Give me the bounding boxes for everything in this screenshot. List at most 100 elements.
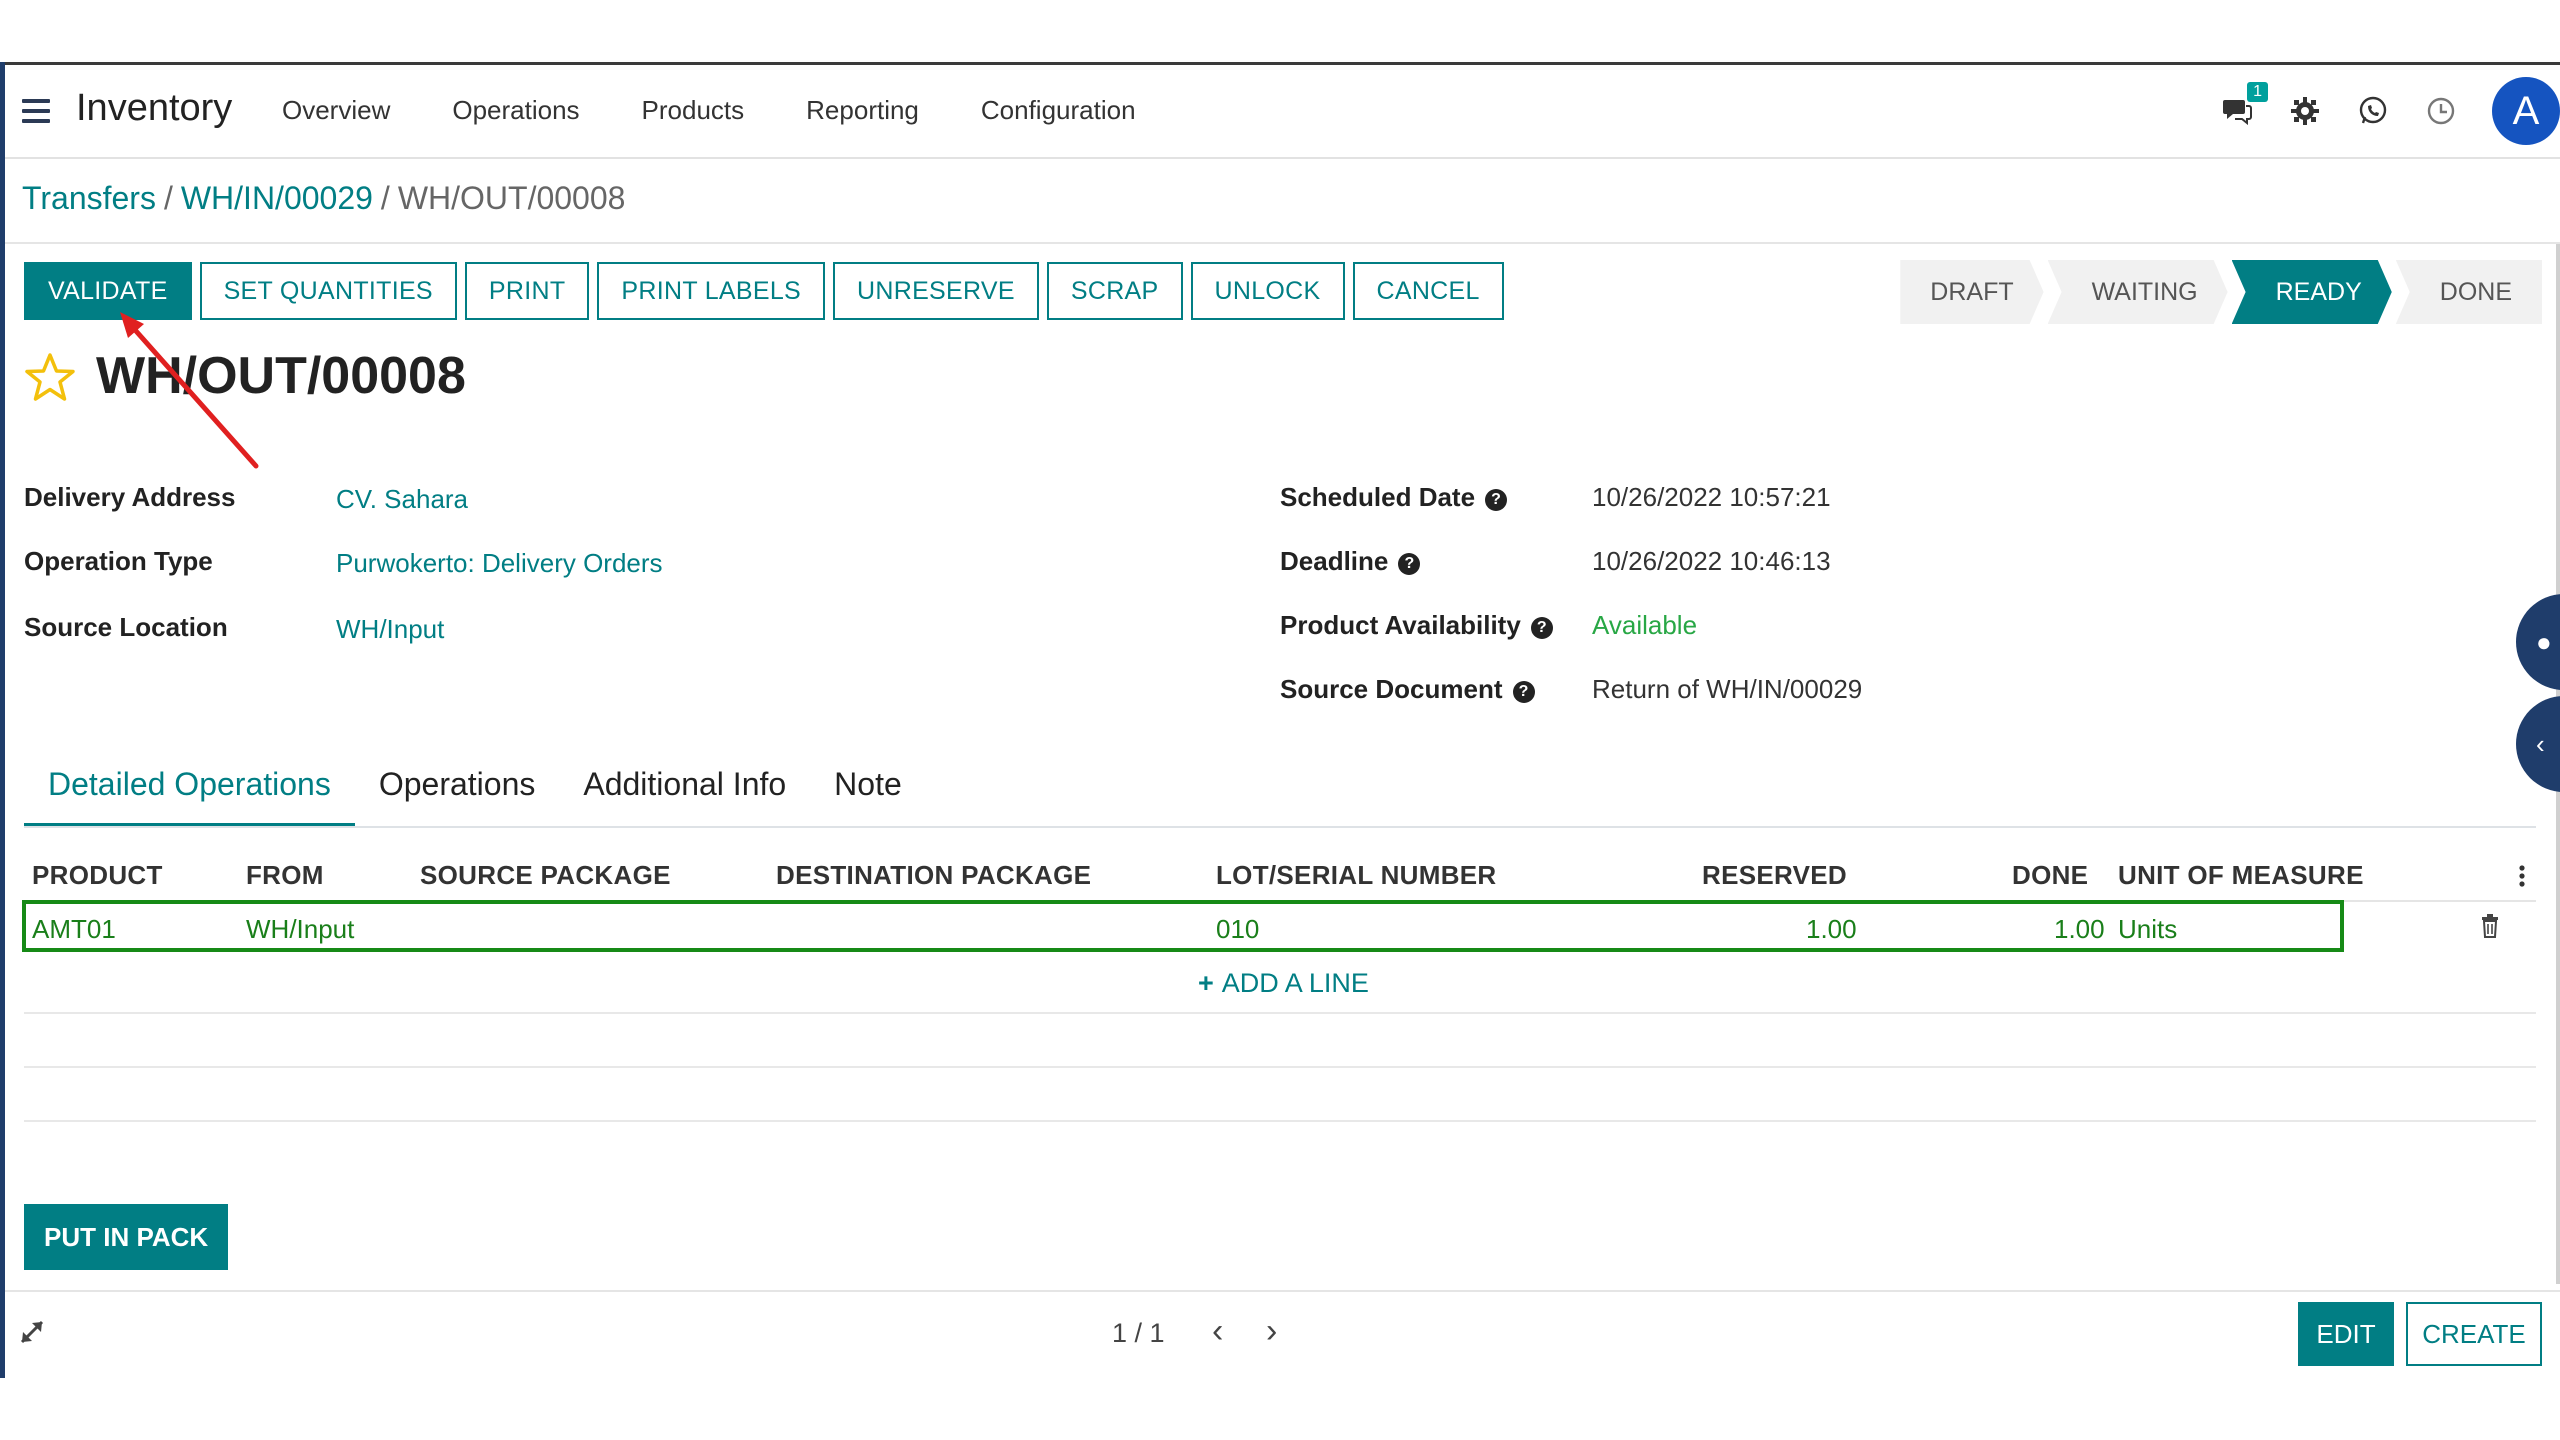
breadcrumb-separator: / <box>380 180 390 216</box>
stage-waiting[interactable]: WAITING <box>2048 260 2228 324</box>
source-document-value: Return of WH/IN/00029 <box>1592 674 1863 704</box>
source-location-value[interactable]: WH/Input <box>336 614 444 645</box>
help-icon[interactable]: ? <box>1485 489 1508 511</box>
breadcrumb-current: WH/OUT/00008 <box>397 180 626 216</box>
product-availability-label: Product Availability? <box>1280 610 1553 641</box>
tab-note[interactable]: Note <box>810 766 926 826</box>
cell-unit-of-measure[interactable]: Units <box>2118 914 2177 945</box>
help-icon[interactable]: ? <box>1512 681 1535 703</box>
product-availability-value: Available <box>1592 610 1698 640</box>
chat-bubble-icon: ● <box>2536 626 2552 657</box>
column-header-unit-of-measure[interactable]: UNIT OF MEASURE <box>2118 860 2364 891</box>
column-header-product[interactable]: PRODUCT <box>32 860 163 891</box>
status-bar: DRAFT WAITING READY DONE <box>1896 260 2542 324</box>
delivery-address-value[interactable]: CV. Sahara <box>336 484 468 515</box>
breadcrumb-separator: / <box>163 180 173 216</box>
menu-operations[interactable]: Operations <box>452 95 579 126</box>
cell-reserved[interactable]: 1.00 <box>1806 914 1857 945</box>
table-empty-row-divider <box>24 1066 2536 1068</box>
deadline-label-text: Deadline <box>1280 546 1389 576</box>
cancel-button[interactable]: CANCEL <box>1352 262 1504 320</box>
cell-lot-serial[interactable]: 010 <box>1216 914 1259 945</box>
chevron-left-icon: ‹ <box>2536 728 2545 759</box>
collapse-side-tab[interactable]: ‹ <box>2516 696 2560 792</box>
column-header-source-package[interactable]: SOURCE PACKAGE <box>420 860 671 891</box>
product-availability-label-text: Product Availability <box>1280 610 1521 640</box>
app-title[interactable]: Inventory <box>76 87 232 130</box>
footer-divider <box>4 1290 2560 1292</box>
menu-icon[interactable] <box>22 99 50 123</box>
menu-configuration[interactable]: Configuration <box>981 95 1136 126</box>
column-header-lot-serial[interactable]: LOT/SERIAL NUMBER <box>1216 860 1497 891</box>
clock-icon[interactable] <box>2424 94 2458 128</box>
scheduled-date-label-text: Scheduled Date <box>1280 482 1476 512</box>
edit-button[interactable]: EDIT <box>2298 1302 2394 1366</box>
add-line-button[interactable]: + ADD A LINE <box>1198 968 1369 999</box>
column-header-reserved[interactable]: RESERVED <box>1702 860 1847 891</box>
cell-product[interactable]: AMT01 <box>32 914 116 945</box>
scheduled-date-label: Scheduled Date? <box>1280 482 1508 513</box>
chat-side-tab[interactable]: ● <box>2516 594 2560 690</box>
table-empty-row-divider <box>24 1012 2536 1014</box>
star-icon[interactable] <box>24 352 76 404</box>
operation-type-label: Operation Type <box>24 546 213 576</box>
menu-products[interactable]: Products <box>642 95 745 126</box>
menu-reporting[interactable]: Reporting <box>806 95 919 126</box>
scrap-button[interactable]: SCRAP <box>1046 262 1183 320</box>
cell-done[interactable]: 1.00 <box>2054 914 2105 945</box>
gear-icon[interactable] <box>2288 94 2322 128</box>
chat-icon[interactable]: 1 <box>2220 82 2268 128</box>
trash-icon[interactable] <box>2480 914 2500 938</box>
deadline-label: Deadline? <box>1280 546 1421 577</box>
menu-overview[interactable]: Overview <box>282 95 390 126</box>
breadcrumb-divider <box>4 242 2560 244</box>
chevron-right-icon[interactable]: › <box>1266 1312 1277 1351</box>
deadline-value: 10/26/2022 10:46:13 <box>1592 546 1831 576</box>
column-header-done[interactable]: DONE <box>2012 860 2088 891</box>
column-options-icon[interactable] <box>2518 864 2526 888</box>
expand-icon[interactable] <box>18 1318 46 1346</box>
pager-counter[interactable]: 1 / 1 <box>1112 1318 1165 1349</box>
column-header-destination-package[interactable]: DESTINATION PACKAGE <box>776 860 1091 891</box>
table-empty-row-divider <box>24 1120 2536 1122</box>
source-document-label-text: Source Document <box>1280 674 1503 704</box>
unlock-button[interactable]: UNLOCK <box>1190 262 1345 320</box>
top-navbar: Inventory Overview Operations Products R… <box>4 65 2560 159</box>
stage-draft[interactable]: DRAFT <box>1900 260 2043 324</box>
chat-badge: 1 <box>2247 82 2268 102</box>
plus-icon: + <box>1198 968 1214 998</box>
stage-ready[interactable]: READY <box>2232 260 2392 324</box>
stage-done[interactable]: DONE <box>2395 260 2542 324</box>
help-icon[interactable]: ? <box>1530 617 1553 639</box>
print-labels-button[interactable]: PRINT LABELS <box>597 262 826 320</box>
main-menu: Overview Operations Products Reporting C… <box>282 95 1198 126</box>
unreserve-button[interactable]: UNRESERVE <box>833 262 1039 320</box>
tabs-divider <box>24 826 2536 828</box>
cell-from[interactable]: WH/Input <box>246 914 354 945</box>
put-in-pack-button[interactable]: PUT IN PACK <box>24 1204 229 1270</box>
breadcrumb: Transfers / WH/IN/00029/WH/OUT/00008 <box>22 180 625 217</box>
whatsapp-icon[interactable] <box>2356 94 2390 128</box>
breadcrumb-transfers[interactable]: Transfers <box>22 180 156 216</box>
chevron-left-icon[interactable]: ‹ <box>1212 1312 1223 1351</box>
navbar-systray: 1 A <box>2220 75 2560 147</box>
tab-additional-info[interactable]: Additional Info <box>559 766 810 826</box>
source-location-label: Source Location <box>24 612 228 642</box>
operation-type-value[interactable]: Purwokerto: Delivery Orders <box>336 548 663 579</box>
help-icon[interactable]: ? <box>1398 553 1421 575</box>
add-line-label: ADD A LINE <box>1221 968 1369 998</box>
tab-detailed-operations[interactable]: Detailed Operations <box>24 766 355 826</box>
scheduled-date-value: 10/26/2022 10:57:21 <box>1592 482 1831 512</box>
table-row[interactable] <box>22 900 2344 952</box>
column-header-from[interactable]: FROM <box>246 860 324 891</box>
print-button[interactable]: PRINT <box>464 262 590 320</box>
annotation-arrow-icon <box>120 312 259 469</box>
delivery-address-label: Delivery Address <box>24 482 236 512</box>
breadcrumb-receipt[interactable]: WH/IN/00029 <box>181 180 373 216</box>
source-document-label: Source Document? <box>1280 674 1535 705</box>
notebook-tabs: Detailed Operations Operations Additiona… <box>24 766 926 826</box>
window-left-border <box>0 62 5 1378</box>
user-avatar[interactable]: A <box>2492 77 2560 145</box>
tab-operations[interactable]: Operations <box>355 766 560 826</box>
create-button[interactable]: CREATE <box>2406 1302 2542 1366</box>
